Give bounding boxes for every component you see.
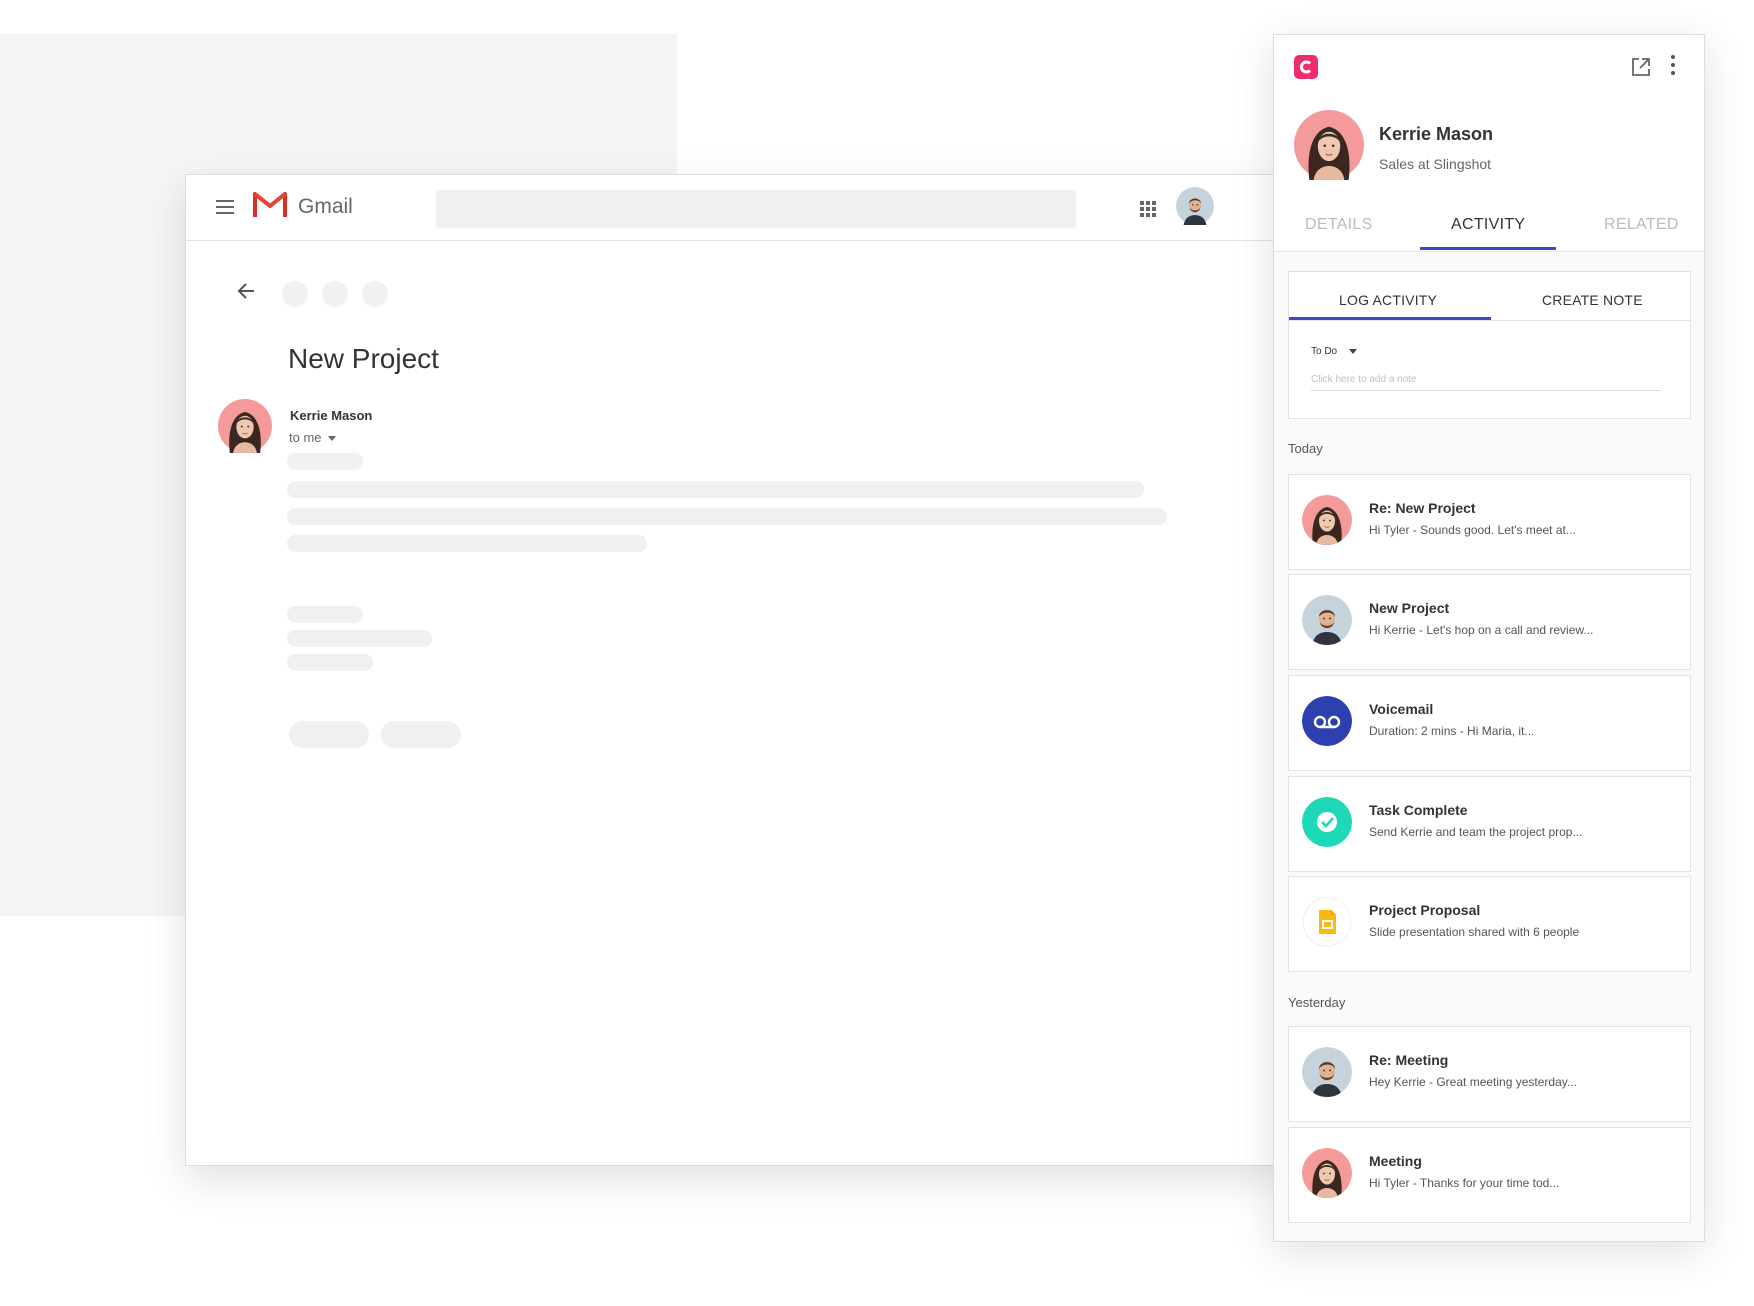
- activity-type-label: To Do: [1311, 346, 1338, 357]
- more-options-icon[interactable]: [1670, 55, 1676, 77]
- gmail-header: Gmail: [186, 175, 1286, 241]
- activity-type-dropdown[interactable]: To Do: [1311, 346, 1358, 357]
- crm-side-panel: Kerrie Mason Sales at Slingshot DETAILS …: [1273, 34, 1705, 1242]
- tab-create-note[interactable]: CREATE NOTE: [1542, 292, 1643, 308]
- activity-title: New Project: [1369, 600, 1450, 616]
- tab-log-activity[interactable]: LOG ACTIVITY: [1339, 292, 1437, 308]
- reply-placeholder-button[interactable]: [289, 721, 369, 748]
- account-avatar[interactable]: [1176, 187, 1214, 225]
- contact-avatar: [1294, 110, 1364, 180]
- panel-header: Kerrie Mason Sales at Slingshot DETAILS …: [1274, 35, 1704, 252]
- tab-activity[interactable]: ACTIVITY: [1451, 216, 1525, 234]
- recipient-dropdown[interactable]: to me: [289, 430, 336, 445]
- content-placeholder: [287, 535, 647, 552]
- content-placeholder: [287, 453, 363, 470]
- activity-card[interactable]: Project Proposal Slide presentation shar…: [1288, 876, 1691, 972]
- content-placeholder: [287, 606, 363, 623]
- activity-preview: Hi Tyler - Thanks for your time tod...: [1369, 1176, 1560, 1190]
- activity-preview: Send Kerrie and team the project prop...: [1369, 825, 1583, 839]
- voicemail-icon: [1302, 696, 1352, 746]
- kerrie-avatar: [1302, 1148, 1352, 1198]
- activity-title: Project Proposal: [1369, 902, 1481, 918]
- active-tab-indicator: [1420, 247, 1556, 250]
- activity-title: Meeting: [1369, 1153, 1422, 1169]
- recipient-label: to me: [289, 430, 322, 445]
- contact-role: Sales at Slingshot: [1379, 156, 1492, 172]
- activity-card[interactable]: Task Complete Send Kerrie and team the p…: [1288, 776, 1691, 872]
- brand-logo-icon: [1294, 55, 1318, 79]
- section-label-today: Today: [1288, 441, 1323, 456]
- search-bar[interactable]: [436, 190, 1076, 228]
- tyler-avatar: [1302, 595, 1352, 645]
- caret-down-icon: [1349, 348, 1358, 354]
- activity-title: Task Complete: [1369, 802, 1468, 818]
- apps-grid-icon[interactable]: [1140, 201, 1156, 217]
- activity-title: Re: Meeting: [1369, 1052, 1449, 1068]
- gmail-app-name: Gmail: [298, 195, 353, 218]
- activity-title: Re: New Project: [1369, 500, 1476, 516]
- forward-placeholder-button[interactable]: [381, 721, 461, 748]
- content-placeholder: [287, 481, 1144, 498]
- content-placeholder: [287, 508, 1167, 525]
- active-subtab-indicator: [1289, 317, 1491, 320]
- menu-icon[interactable]: [216, 200, 234, 214]
- toolbar-placeholder-button[interactable]: [282, 281, 308, 307]
- content-placeholder: [287, 630, 432, 647]
- tab-related[interactable]: RELATED: [1604, 216, 1679, 234]
- activity-card[interactable]: Voicemail Duration: 2 mins - Hi Maria, i…: [1288, 675, 1691, 771]
- back-arrow-icon[interactable]: [236, 281, 256, 301]
- toolbar-placeholder-button[interactable]: [362, 281, 388, 307]
- section-label-yesterday: Yesterday: [1288, 995, 1346, 1010]
- contact-name: Kerrie Mason: [1379, 124, 1494, 144]
- activity-card[interactable]: New Project Hi Kerrie - Let's hop on a c…: [1288, 574, 1691, 670]
- tab-details[interactable]: DETAILS: [1305, 216, 1373, 234]
- gmail-logo-icon: [253, 192, 287, 217]
- gmail-window: Gmail New Project Kerrie Mason to me: [185, 174, 1287, 1166]
- kerrie-avatar: [1302, 495, 1352, 545]
- activity-card[interactable]: Re: New Project Hi Tyler - Sounds good. …: [1288, 474, 1691, 570]
- activity-composer: LOG ACTIVITY CREATE NOTE To Do: [1288, 271, 1691, 419]
- tyler-avatar: [1302, 1047, 1352, 1097]
- activity-card[interactable]: Meeting Hi Tyler - Thanks for your time …: [1288, 1127, 1691, 1223]
- check-circle-icon: [1302, 797, 1352, 847]
- activity-preview: Hey Kerrie - Great meeting yesterday...: [1369, 1075, 1577, 1089]
- slides-icon: [1302, 897, 1352, 947]
- divider: [1289, 320, 1690, 321]
- activity-preview: Slide presentation shared with 6 people: [1369, 925, 1580, 939]
- activity-card[interactable]: Re: Meeting Hey Kerrie - Great meeting y…: [1288, 1026, 1691, 1122]
- toolbar-placeholder-button[interactable]: [322, 281, 348, 307]
- activity-preview: Duration: 2 mins - Hi Maria, it...: [1369, 724, 1535, 738]
- content-placeholder: [287, 654, 373, 671]
- activity-preview: Hi Kerrie - Let's hop on a call and revi…: [1369, 623, 1594, 637]
- email-subject: New Project: [288, 343, 439, 374]
- activity-title: Voicemail: [1369, 701, 1434, 717]
- sender-avatar: [218, 399, 272, 453]
- sender-name: Kerrie Mason: [290, 408, 373, 423]
- activity-preview: Hi Tyler - Sounds good. Let's meet at...: [1369, 523, 1576, 537]
- caret-down-icon: [327, 436, 336, 442]
- open-external-icon[interactable]: [1631, 57, 1651, 77]
- note-input[interactable]: [1311, 372, 1661, 391]
